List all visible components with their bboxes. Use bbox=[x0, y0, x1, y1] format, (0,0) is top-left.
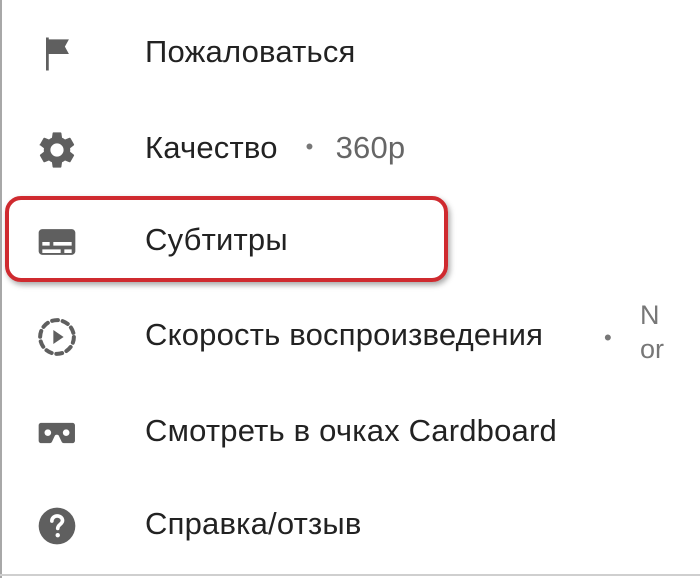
menu-item-label: Пожаловаться bbox=[145, 34, 356, 69]
menu-item-label: Справка/отзыв bbox=[145, 506, 362, 541]
playback-speed-icon bbox=[38, 318, 76, 356]
menu-item-label: Субтитры bbox=[145, 222, 288, 257]
cardboard-vr-icon bbox=[38, 422, 75, 444]
playback-speed-value: N or bbox=[640, 298, 700, 368]
menu-item-label: Смотреть в очках Cardboard bbox=[145, 413, 557, 448]
gear-icon bbox=[39, 132, 75, 168]
menu-item-label: Качество • 360p bbox=[145, 130, 405, 166]
playback-speed-value-line: or bbox=[640, 334, 665, 364]
menu-item-report[interactable]: Пожаловаться bbox=[2, 6, 700, 98]
quality-value: 360p bbox=[335, 130, 406, 165]
help-icon bbox=[38, 507, 76, 545]
menu-item-help-feedback[interactable]: Справка/отзыв bbox=[2, 478, 700, 570]
menu-item-playback-speed[interactable]: Скорость воспроизведения bbox=[2, 289, 700, 381]
video-options-menu: Пожаловаться Качество • 360p Субтитры Скор… bbox=[0, 0, 700, 578]
separator-dot: • bbox=[305, 134, 314, 159]
menu-item-subtitles[interactable]: Субтитры bbox=[2, 194, 700, 286]
flag-icon bbox=[46, 37, 69, 71]
playback-speed-value-line: N bbox=[640, 300, 660, 330]
menu-item-cardboard[interactable]: Смотреть в очках Cardboard bbox=[2, 385, 700, 477]
separator-dot: • bbox=[604, 325, 612, 350]
menu-item-label: Скорость воспроизведения bbox=[145, 317, 544, 352]
subtitles-icon bbox=[38, 229, 76, 255]
quality-label-text: Качество bbox=[145, 130, 278, 165]
menu-item-quality[interactable]: Качество • 360p bbox=[2, 102, 700, 194]
